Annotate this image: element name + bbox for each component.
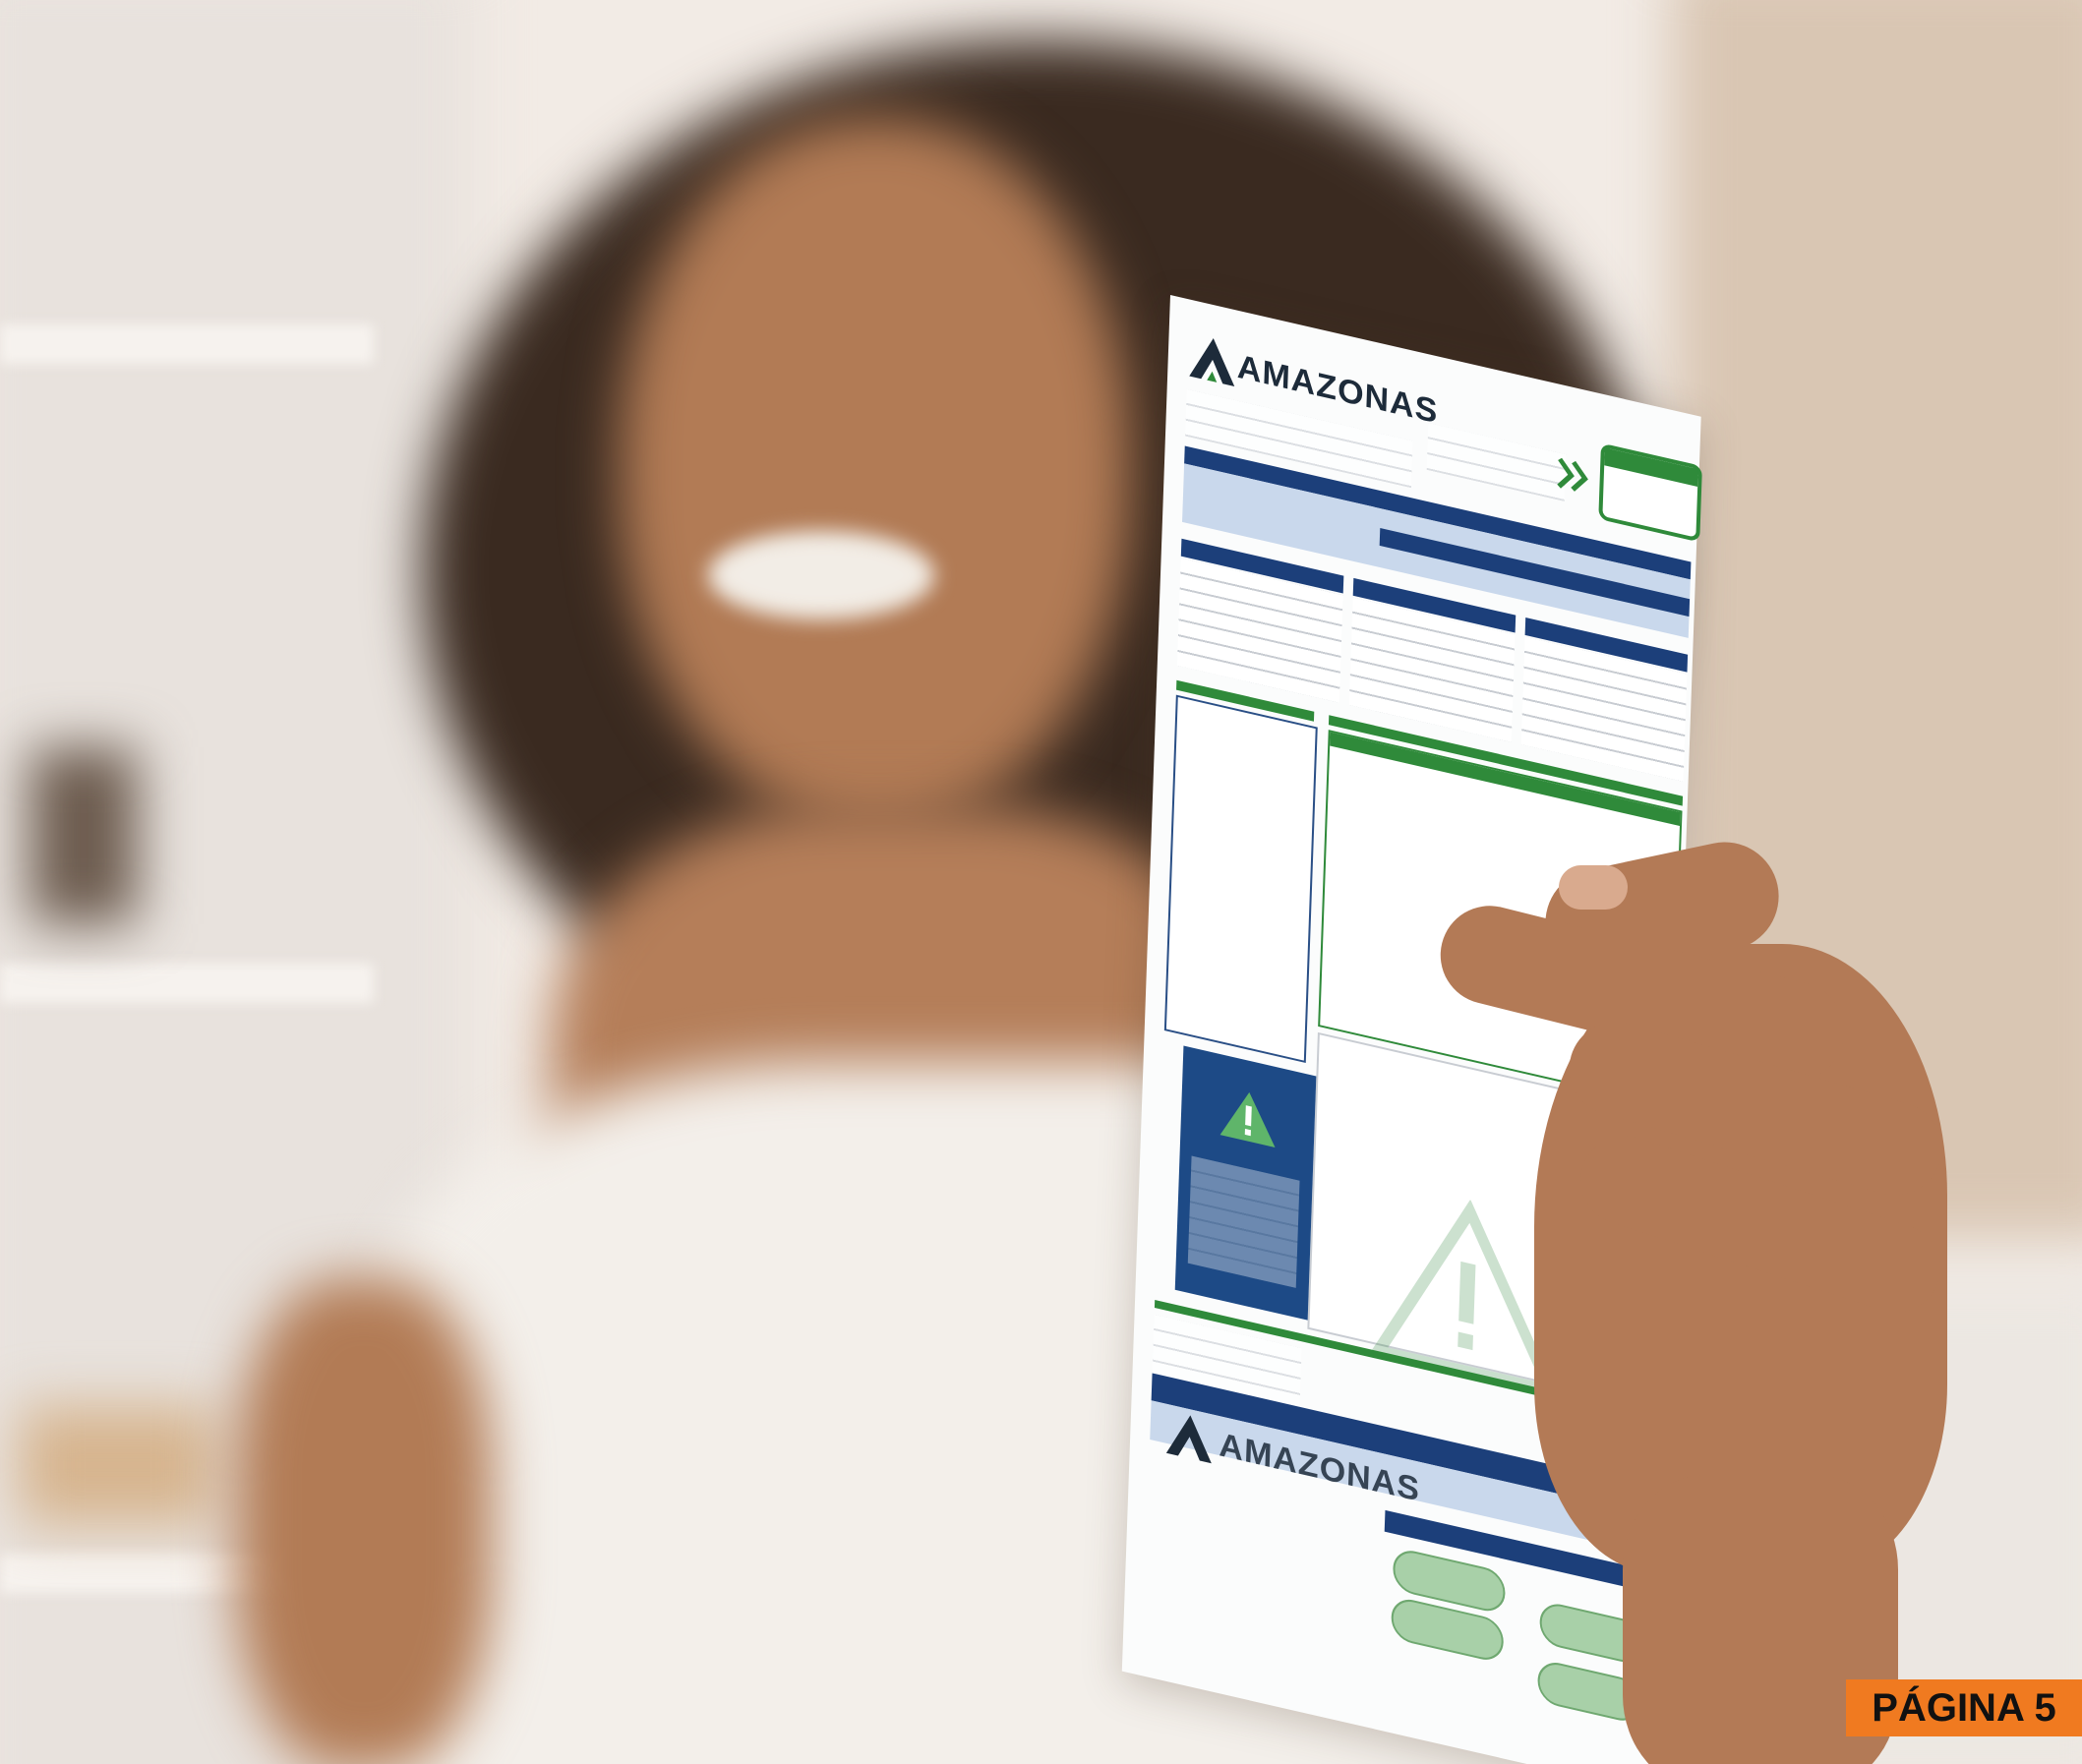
logo-mountain-icon-2 [1165,1415,1212,1464]
smile [708,531,934,619]
shelf-middle [0,964,374,1003]
shoulder-left [236,1278,492,1764]
due-date-box [1598,442,1702,543]
face [620,118,1131,826]
warning-triangle-icon [1219,1091,1276,1147]
page-badge: PÁGINA 5 [1846,1679,2082,1736]
background-shelf-item [30,747,138,924]
background-shelf-item-2 [20,1406,216,1524]
warning-panel [1174,1045,1317,1321]
history-box [1163,694,1318,1064]
logo-mountain-icon [1189,338,1235,387]
warning-text [1187,1155,1300,1288]
shelf-top [0,324,374,364]
photo: AMAZONAS AMAZONAS PÁGINA 5 [0,0,2082,1764]
thumbnail-nail [1559,865,1628,910]
bill-header-text-2 [1426,423,1567,501]
